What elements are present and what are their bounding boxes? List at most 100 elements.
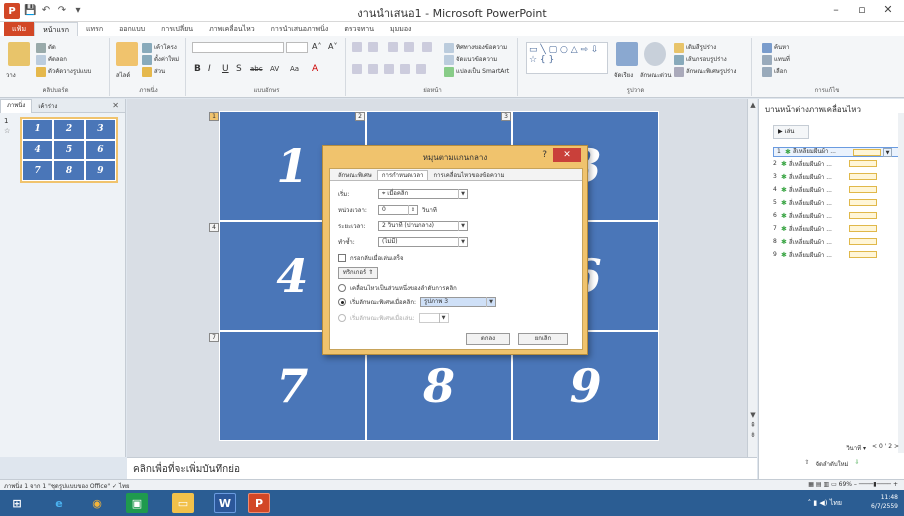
animation-item[interactable]: 2 ✱ สี่เหลี่ยมผืนผ้า ... [773,157,901,170]
animation-item[interactable]: 5 ✱ สี่เหลี่ยมผืนผ้า ... [773,196,901,209]
slide-scrollbar[interactable]: ▲ ▼ ⇞ ⇟ [747,99,757,457]
tab-effect[interactable]: ลักษณะพิเศษ [333,170,377,180]
align-left-button[interactable] [352,64,364,74]
tab-file[interactable]: แฟ้ม [4,22,35,36]
rewind-checkbox[interactable] [338,254,346,262]
powerpoint-taskbar-icon[interactable]: P [248,493,270,513]
change-case-button[interactable]: Aa [290,65,299,73]
bold-button[interactable]: B [194,64,201,74]
text-direction-button[interactable]: ทิศทางของข้อความ [444,42,507,53]
bookmark-select[interactable]: ▼ [418,313,449,323]
trigger-shape-select[interactable]: รูปภาพ 3 ▼ [420,297,497,307]
system-tray-icons[interactable]: ˄ ▮ ◀) ไทย [808,498,842,509]
zoom-out-button[interactable]: – [854,481,857,488]
layout-button[interactable]: เค้าโครง [142,42,177,53]
line-spacing-button[interactable] [422,42,434,52]
play-button[interactable]: ▶ เล่น [773,125,809,139]
decrease-indent-button[interactable] [388,42,400,52]
animation-pane-scrollbar[interactable] [898,113,904,453]
select-button[interactable]: เลือก [762,66,787,77]
file-explorer-icon[interactable]: ▣ [126,493,148,513]
shapes-gallery[interactable]: ▭ ╲ ▢ ○ △ ⇨ ⇩ ☆ { } [526,42,608,74]
ok-button[interactable]: ตกลง [466,333,510,345]
close-window-button[interactable]: ✕ [876,2,900,18]
help-icon[interactable]: ? [542,150,547,160]
paste-icon[interactable] [8,42,30,66]
format-painter-button[interactable]: ตัวคัดวางรูปแบบ [36,66,91,77]
tab-design[interactable]: ออกแบบ [111,22,153,36]
next-slide-icon[interactable]: ⇟ [748,431,758,439]
shape-outline-button[interactable]: เส้นกรอบรูปร่าง [674,54,727,65]
reading-view-icon[interactable]: ▥ [823,481,829,488]
increase-indent-button[interactable] [404,42,416,52]
animation-item[interactable]: 1 ✱ สี่เหลี่ยมผืนผ้า ... ▼ [773,147,901,157]
move-up-icon[interactable]: ⇧ [804,459,809,469]
shrink-font-button[interactable]: A˅ [328,42,337,51]
close-pane-icon[interactable]: ✕ [112,101,119,110]
arrange-icon[interactable] [616,42,638,66]
on-play-radio[interactable] [338,314,346,322]
tab-transitions[interactable]: การเปลี่ยน [153,22,201,36]
underline-button[interactable]: U [222,64,229,74]
cut-button[interactable]: ตัด [36,42,56,53]
animation-order-marker[interactable]: 4 [209,223,219,232]
tab-animations[interactable]: ภาพเคลื่อนไหว [201,22,263,36]
notes-pane[interactable]: คลิกเพื่อที่จะเพิ่มบันทึกย่อ [127,457,757,479]
font-name-box[interactable] [192,42,284,53]
move-down-icon[interactable]: ⇩ [855,459,860,469]
timeline-ruler[interactable]: < 0 ' 2 > [872,443,899,453]
align-center-button[interactable] [368,64,380,74]
chrome-icon[interactable]: ◉ [86,493,108,513]
tab-outline[interactable]: เค้าร่าง [32,101,63,111]
normal-view-icon[interactable]: ▦ [808,481,814,488]
shadow-button[interactable]: S [236,64,242,74]
slide-thumbnail-item[interactable]: 1 ☆ 1 2 3 4 5 6 7 8 9 [4,117,122,185]
shape-fill-button[interactable]: เติมสีรูปร่าง [674,42,716,53]
quick-styles-button[interactable]: ลักษณะด่วน [640,70,671,80]
justify-button[interactable] [400,64,412,74]
find-button[interactable]: ค้นหา [762,42,789,53]
notes-placeholder[interactable]: คลิกเพื่อที่จะเพิ่มบันทึกย่อ [133,462,240,477]
columns-button[interactable] [416,64,428,74]
on-click-radio[interactable] [338,298,346,306]
cancel-button[interactable]: ยกเลิก [518,333,568,345]
animation-order-marker[interactable]: 1 [209,112,219,121]
new-slide-icon[interactable] [116,42,138,66]
language-indicator[interactable]: ไทย [830,499,842,507]
bullets-button[interactable] [352,42,364,52]
zoom-slider[interactable]: ────▮──── [859,481,891,488]
numbering-button[interactable] [368,42,380,52]
internet-explorer-icon[interactable]: e [48,493,70,513]
animation-order-marker[interactable]: 7 [209,333,219,342]
char-spacing-button[interactable]: AV [270,65,279,73]
convert-smartart-button[interactable]: แปลงเป็น SmartArt [444,66,509,77]
tab-insert[interactable]: แทรก [78,22,111,36]
minimize-button[interactable]: – [824,2,848,18]
section-button[interactable]: ส่วน [142,66,165,77]
animation-item[interactable]: 6 ✱ สี่เหลี่ยมผืนผ้า ... [773,209,901,222]
clock[interactable]: 11:48 6/7/2559 [871,493,898,511]
copy-button[interactable]: คัดลอก [36,54,67,65]
prev-slide-icon[interactable]: ⇞ [748,421,758,429]
shape-effects-button[interactable]: ลักษณะพิเศษรูปร่าง [674,66,736,77]
arrange-button[interactable]: จัดเรียง [614,70,633,80]
paste-button[interactable]: วาง [6,70,16,80]
animation-item[interactable]: 8 ✱ สี่เหลี่ยมผืนผ้า ... [773,235,901,248]
maximize-button[interactable]: ▫ [850,2,874,18]
sorter-view-icon[interactable]: ▤ [816,481,822,488]
repeat-select[interactable]: (ไม่มี) ▼ [378,237,468,247]
chevron-down-icon[interactable]: ▼ [883,147,892,157]
grow-font-button[interactable]: A˄ [312,42,321,51]
slide-thumbnail[interactable]: 1 2 3 4 5 6 7 8 9 [20,117,118,183]
font-size-box[interactable] [286,42,308,53]
zoom-level[interactable]: 69% [839,481,852,488]
reset-button[interactable]: ตั้งค่าใหม่ [142,54,179,65]
align-right-button[interactable] [384,64,396,74]
strikethrough-button[interactable]: abc [250,65,263,73]
seconds-dropdown[interactable]: วินาที ▾ [846,443,866,453]
word-icon[interactable]: W [214,493,236,513]
quick-styles-icon[interactable] [644,42,666,66]
replace-button[interactable]: แทนที่ [762,54,790,65]
spinner-icon[interactable]: ⇕ [408,205,417,215]
slideshow-view-icon[interactable]: ▭ [831,481,837,488]
